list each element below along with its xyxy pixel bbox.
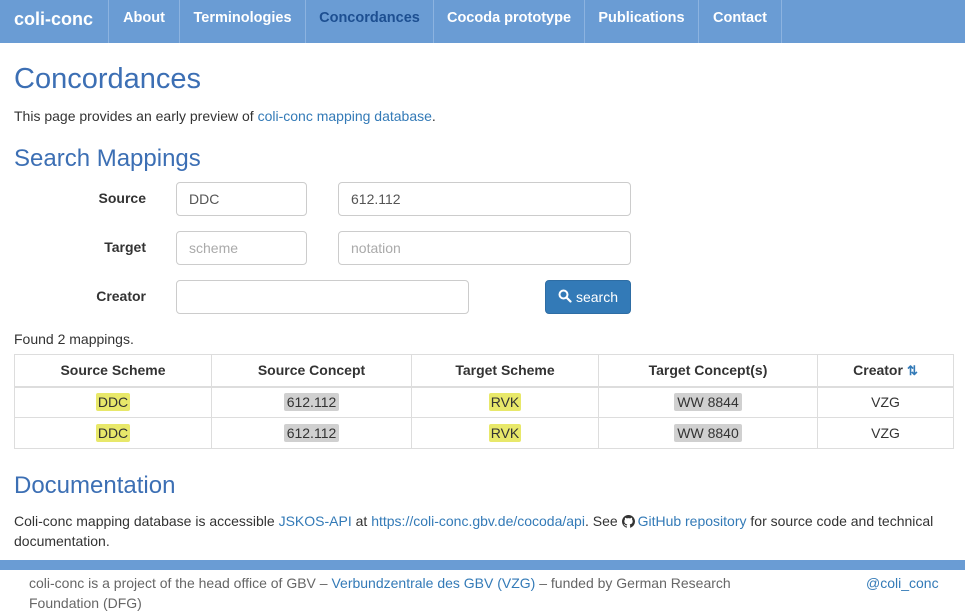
top-navbar: coli-conc About Terminologies Concordanc… — [0, 0, 965, 43]
table-row: DDC 612.112 RVK WW 8840 VZG — [14, 417, 954, 449]
source-notation-input[interactable] — [338, 182, 631, 216]
col-target-scheme: Target Scheme — [411, 354, 599, 388]
target-label: Target — [104, 239, 146, 255]
source-concept-badge[interactable]: 612.112 — [283, 393, 340, 412]
page-title: Concordances — [14, 63, 201, 95]
table-header-row: Source Scheme Source Concept Target Sche… — [14, 354, 954, 388]
nav-item-about[interactable]: About — [108, 0, 179, 43]
col-source-concept: Source Concept — [211, 354, 412, 388]
footer-text: coli-conc is a project of the head offic… — [29, 575, 731, 611]
twitter-link[interactable]: @coli_conc — [866, 573, 939, 593]
source-label: Source — [98, 190, 146, 206]
results-count: Found 2 mappings. — [14, 331, 134, 347]
table-row: DDC 612.112 RVK WW 8844 VZG — [14, 386, 954, 418]
target-scheme-badge[interactable]: RVK — [488, 424, 522, 442]
mappings-table: Source Scheme Source Concept Target Sche… — [14, 354, 954, 449]
search-heading: Search Mappings — [14, 145, 201, 172]
source-scheme-badge[interactable]: DDC — [95, 393, 131, 412]
nav-item-terminologies[interactable]: Terminologies — [179, 0, 305, 43]
col-target-concepts: Target Concept(s) — [598, 354, 818, 388]
api-url-link[interactable]: https://coli-conc.gbv.de/cocoda/api — [371, 513, 585, 529]
col-creator[interactable]: Creator ⇅ — [817, 354, 954, 388]
creator-label: Creator — [96, 288, 146, 304]
documentation-text: Coli-conc mapping database is accessible… — [14, 513, 934, 549]
nav-item-cocoda-prototype[interactable]: Cocoda prototype — [433, 0, 584, 43]
target-notation-input[interactable] — [338, 231, 631, 265]
creator-cell: VZG — [817, 386, 954, 418]
vzg-link[interactable]: Verbundzentrale des GBV (VZG) — [331, 575, 535, 591]
documentation-heading: Documentation — [14, 472, 176, 499]
target-concept-badge[interactable]: WW 8844 — [674, 393, 742, 412]
nav-item-concordances[interactable]: Concordances — [305, 0, 433, 43]
col-source-scheme: Source Scheme — [14, 354, 212, 388]
brand-link[interactable]: coli-conc — [14, 9, 93, 30]
target-scheme-badge[interactable]: RVK — [488, 393, 522, 412]
target-scheme-input[interactable] — [176, 231, 307, 265]
nav-item-contact[interactable]: Contact — [698, 0, 782, 43]
mapping-database-link[interactable]: coli-conc mapping database — [258, 108, 432, 124]
footer-divider — [0, 560, 965, 570]
search-button-label: search — [575, 289, 619, 305]
github-icon — [621, 513, 638, 529]
source-scheme-badge[interactable]: DDC — [95, 424, 131, 442]
source-concept-badge[interactable]: 612.112 — [283, 424, 340, 442]
creator-cell: VZG — [817, 417, 954, 449]
github-repository-link[interactable]: GitHub repository — [638, 513, 747, 529]
source-scheme-input[interactable] — [176, 182, 307, 216]
search-icon — [558, 289, 572, 306]
search-button[interactable]: search — [545, 280, 631, 314]
nav-item-publications[interactable]: Publications — [584, 0, 698, 43]
creator-input[interactable] — [176, 280, 469, 314]
intro-text: This page provides an early preview of c… — [14, 108, 436, 124]
jskos-api-link[interactable]: JSKOS-API — [279, 513, 352, 529]
target-concept-badge[interactable]: WW 8840 — [674, 424, 742, 442]
sort-icon[interactable]: ⇅ — [907, 363, 918, 378]
